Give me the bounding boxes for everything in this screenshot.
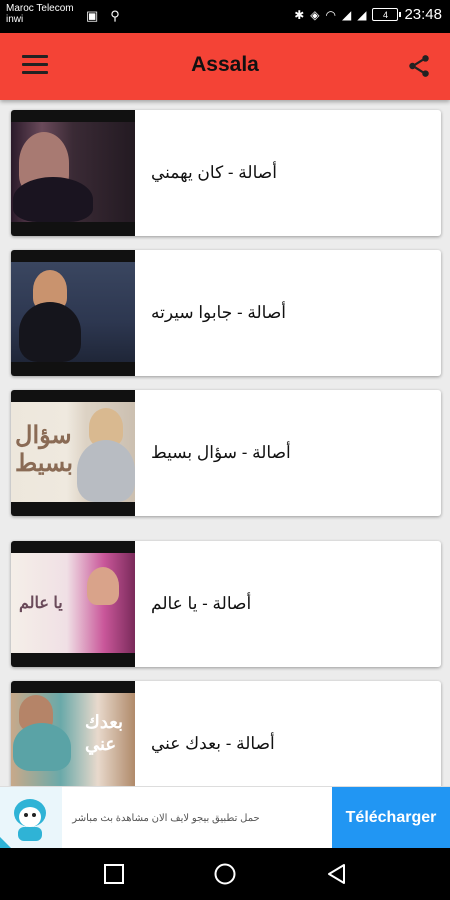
song-title: أصالة - سؤال بسيط <box>151 443 291 462</box>
recent-apps-icon[interactable] <box>102 862 126 886</box>
signal-icon-2: ◢ <box>357 7 367 22</box>
clock: 23:48 <box>404 6 442 23</box>
home-icon[interactable] <box>213 862 237 886</box>
download-button[interactable]: Télécharger <box>332 787 450 849</box>
app-bar: Assala <box>0 33 450 100</box>
usb-icon: ⚲ <box>110 8 120 23</box>
wifi-icon: ◠ <box>325 7 336 22</box>
song-card[interactable]: أصالة - كان يهمني <box>11 110 441 236</box>
song-title: أصالة - يا عالم <box>151 594 252 613</box>
song-card[interactable]: سؤال بسيط أصالة - سؤال بسيط <box>11 390 441 516</box>
song-card[interactable]: أصالة - جابوا سيرته <box>11 250 441 376</box>
app-title: Assala <box>191 53 259 76</box>
navigation-bar <box>0 848 450 900</box>
share-icon[interactable] <box>406 53 432 79</box>
ad-text: حمل تطبيق بيجو لايف الان مشاهدة بث مباشر <box>72 812 260 824</box>
status-bar: Maroc Telecom inwi ▣ ⚲ ✱ ◈ ◠ ◢ ◢ 4 23:48 <box>0 0 450 33</box>
song-title: أصالة - كان يهمني <box>151 163 277 182</box>
song-thumbnail: يا عالم <box>11 541 135 667</box>
song-card[interactable]: بعدك عني أصالة - بعدك عني <box>11 681 441 786</box>
song-title: أصالة - جابوا سيرته <box>151 303 286 322</box>
bluetooth-icon: ✱ <box>294 7 305 22</box>
ad-banner[interactable]: حمل تطبيق بيجو لايف الان مشاهدة بث مباشر… <box>0 786 450 849</box>
battery-icon: 4 <box>372 8 402 21</box>
vibrate-icon: ◈ <box>310 7 320 22</box>
image-notification-icon: ▣ <box>86 8 99 23</box>
back-icon[interactable] <box>325 862 349 886</box>
song-card[interactable]: يا عالم أصالة - يا عالم <box>11 541 441 667</box>
bigo-live-logo-icon <box>0 787 62 849</box>
carrier-name: Maroc Telecom inwi <box>6 3 74 25</box>
song-thumbnail <box>11 110 135 236</box>
song-title: أصالة - بعدك عني <box>151 734 275 753</box>
song-thumbnail <box>11 250 135 376</box>
song-thumbnail: سؤال بسيط <box>11 390 135 516</box>
song-thumbnail: بعدك عني <box>11 681 135 786</box>
song-list[interactable]: أصالة - كان يهمني أصالة - جابوا سيرته سؤ… <box>0 100 450 786</box>
signal-icon-1: ◢ <box>341 7 352 22</box>
